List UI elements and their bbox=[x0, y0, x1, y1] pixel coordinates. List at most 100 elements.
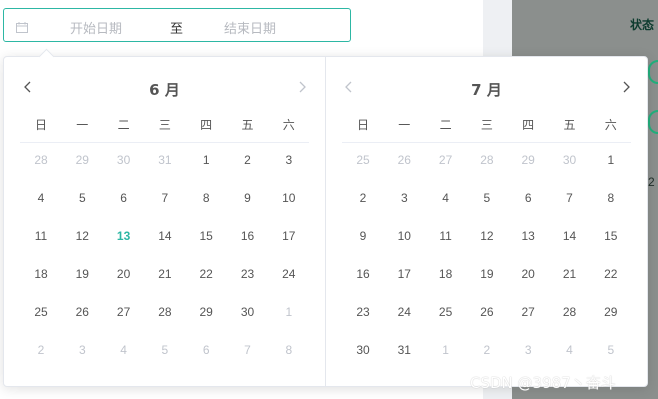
day-cell[interactable]: 27 bbox=[431, 153, 461, 167]
day-cell[interactable]: 28 bbox=[150, 305, 180, 319]
day-cell[interactable]: 3 bbox=[67, 343, 97, 357]
day-cell[interactable]: 15 bbox=[191, 229, 221, 243]
day-cell[interactable]: 21 bbox=[555, 267, 585, 281]
day-cell[interactable]: 24 bbox=[389, 305, 419, 319]
day-cell[interactable]: 17 bbox=[389, 267, 419, 281]
weekday-label: 二 bbox=[439, 118, 452, 132]
day-cell[interactable]: 8 bbox=[274, 343, 304, 357]
weekday-header: 日一二三四五六 bbox=[326, 116, 647, 132]
day-cell[interactable]: 3 bbox=[389, 191, 419, 205]
day-cell[interactable]: 8 bbox=[596, 191, 626, 205]
day-cell[interactable]: 14 bbox=[150, 229, 180, 243]
day-cell[interactable]: 22 bbox=[191, 267, 221, 281]
header-divider bbox=[20, 142, 309, 143]
day-cell[interactable]: 3 bbox=[274, 153, 304, 167]
end-date-placeholder[interactable]: 结束日期 bbox=[224, 18, 276, 37]
day-cell[interactable]: 1 bbox=[596, 153, 626, 167]
day-cell[interactable]: 5 bbox=[67, 191, 97, 205]
day-cell[interactable]: 25 bbox=[431, 305, 461, 319]
day-cell[interactable]: 1 bbox=[431, 343, 461, 357]
start-date-placeholder[interactable]: 开始日期 bbox=[70, 18, 122, 37]
left-calendar: 6 月 日一二三四五六 28 29 30 31 1 2 3 4 5 6 7 8 9 10 11 12 13 14 1… bbox=[4, 57, 325, 386]
day-cell[interactable]: 4 bbox=[109, 343, 139, 357]
day-cell[interactable]: 12 bbox=[472, 229, 502, 243]
day-cell[interactable]: 30 bbox=[555, 153, 585, 167]
day-cell[interactable]: 10 bbox=[274, 191, 304, 205]
day-cell[interactable]: 11 bbox=[26, 229, 56, 243]
day-cell[interactable]: 9 bbox=[348, 229, 378, 243]
day-cell[interactable]: 30 bbox=[109, 153, 139, 167]
day-cell[interactable]: 6 bbox=[109, 191, 139, 205]
weekday-label: 五 bbox=[563, 118, 576, 132]
day-cell[interactable]: 18 bbox=[26, 267, 56, 281]
day-cell[interactable]: 28 bbox=[555, 305, 585, 319]
day-cell[interactable]: 5 bbox=[472, 191, 502, 205]
next-month-button[interactable] bbox=[616, 77, 636, 97]
day-cell[interactable]: 26 bbox=[67, 305, 97, 319]
weekday-label: 一 bbox=[398, 118, 411, 132]
day-cell[interactable]: 5 bbox=[150, 343, 180, 357]
day-cell[interactable]: 20 bbox=[513, 267, 543, 281]
day-cell[interactable]: 14 bbox=[555, 229, 585, 243]
day-cell[interactable]: 19 bbox=[472, 267, 502, 281]
day-cell[interactable]: 11 bbox=[431, 229, 461, 243]
weekday-label: 二 bbox=[117, 118, 130, 132]
day-cell[interactable]: 24 bbox=[274, 267, 304, 281]
day-cell[interactable]: 23 bbox=[348, 305, 378, 319]
day-cell[interactable]: 31 bbox=[150, 153, 180, 167]
day-cell[interactable]: 6 bbox=[191, 343, 221, 357]
status-switch[interactable] bbox=[648, 60, 658, 84]
status-column-header: 状态 bbox=[630, 18, 655, 32]
day-cell[interactable]: 7 bbox=[150, 191, 180, 205]
day-cell[interactable]: 8 bbox=[191, 191, 221, 205]
day-cell-today[interactable]: 13 bbox=[109, 229, 139, 243]
day-cell[interactable]: 26 bbox=[472, 305, 502, 319]
day-cell[interactable]: 2 bbox=[472, 343, 502, 357]
day-cell[interactable]: 2 bbox=[233, 153, 263, 167]
day-cell[interactable]: 21 bbox=[150, 267, 180, 281]
day-cell[interactable]: 31 bbox=[389, 343, 419, 357]
day-cell[interactable]: 29 bbox=[191, 305, 221, 319]
day-cell[interactable]: 23 bbox=[233, 267, 263, 281]
day-cell[interactable]: 12 bbox=[67, 229, 97, 243]
day-cell[interactable]: 1 bbox=[274, 305, 304, 319]
day-cell[interactable]: 29 bbox=[67, 153, 97, 167]
day-cell[interactable]: 5 bbox=[596, 343, 626, 357]
day-cell[interactable]: 2 bbox=[26, 343, 56, 357]
weekday-header: 日一二三四五六 bbox=[4, 116, 325, 132]
day-cell[interactable]: 3 bbox=[513, 343, 543, 357]
day-cell[interactable]: 9 bbox=[233, 191, 263, 205]
weekday-label: 日 bbox=[356, 118, 369, 132]
day-cell[interactable]: 18 bbox=[431, 267, 461, 281]
day-cell[interactable]: 29 bbox=[513, 153, 543, 167]
day-cell[interactable]: 4 bbox=[26, 191, 56, 205]
day-cell[interactable]: 10 bbox=[389, 229, 419, 243]
day-cell[interactable]: 6 bbox=[513, 191, 543, 205]
date-range-input[interactable]: 开始日期 至 结束日期 bbox=[3, 8, 351, 42]
day-cell[interactable]: 7 bbox=[233, 343, 263, 357]
day-cell[interactable]: 13 bbox=[513, 229, 543, 243]
day-cell[interactable]: 29 bbox=[596, 305, 626, 319]
day-cell[interactable]: 30 bbox=[233, 305, 263, 319]
day-cell[interactable]: 16 bbox=[233, 229, 263, 243]
day-cell[interactable]: 16 bbox=[348, 267, 378, 281]
day-cell[interactable]: 25 bbox=[348, 153, 378, 167]
day-cell[interactable]: 22 bbox=[596, 267, 626, 281]
day-cell[interactable]: 28 bbox=[26, 153, 56, 167]
day-cell[interactable]: 27 bbox=[513, 305, 543, 319]
day-cell[interactable]: 28 bbox=[472, 153, 502, 167]
day-cell[interactable]: 7 bbox=[555, 191, 585, 205]
day-cell[interactable]: 2 bbox=[348, 191, 378, 205]
day-cell[interactable]: 26 bbox=[389, 153, 419, 167]
day-cell[interactable]: 27 bbox=[109, 305, 139, 319]
day-cell[interactable]: 4 bbox=[431, 191, 461, 205]
day-cell[interactable]: 20 bbox=[109, 267, 139, 281]
day-cell[interactable]: 17 bbox=[274, 229, 304, 243]
day-cell[interactable]: 15 bbox=[596, 229, 626, 243]
day-cell[interactable]: 1 bbox=[191, 153, 221, 167]
day-cell[interactable]: 19 bbox=[67, 267, 97, 281]
status-switch[interactable] bbox=[648, 110, 658, 134]
day-cell[interactable]: 25 bbox=[26, 305, 56, 319]
day-cell[interactable]: 4 bbox=[555, 343, 585, 357]
day-cell[interactable]: 30 bbox=[348, 343, 378, 357]
